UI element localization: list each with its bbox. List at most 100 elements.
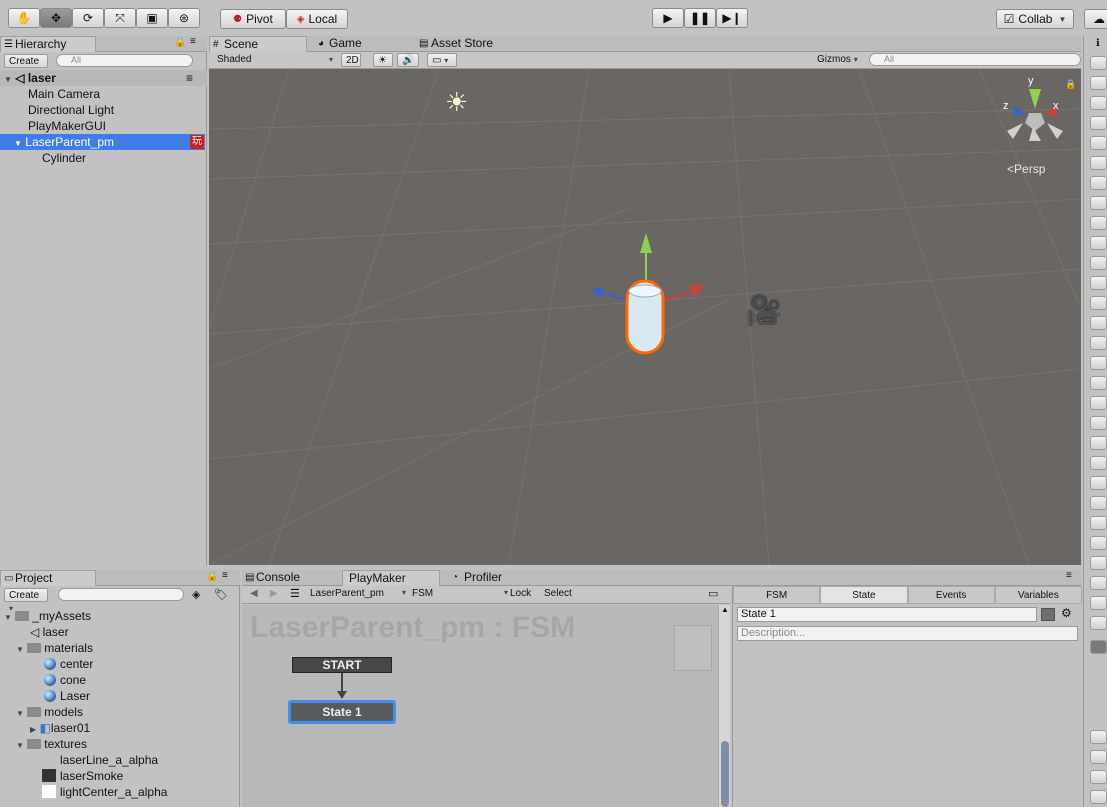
- strip-field[interactable]: [1090, 276, 1107, 290]
- fsm-dropdown[interactable]: FSM ▾: [412, 588, 508, 599]
- info-icon[interactable]: ℹ: [1096, 38, 1100, 49]
- pivot-button[interactable]: ⚈ Pivot: [220, 9, 286, 29]
- fsm-graph-canvas[interactable]: LaserParent_pm : FSM START State 1: [242, 605, 718, 807]
- tab-game[interactable]: ◕ Game: [315, 36, 415, 52]
- strip-field[interactable]: [1090, 576, 1107, 590]
- minimap[interactable]: [674, 625, 712, 671]
- rect-tool-button[interactable]: ▣: [136, 8, 168, 28]
- strip-field[interactable]: [1090, 436, 1107, 450]
- project-menu-icon[interactable]: ≡: [222, 570, 228, 581]
- project-search-input[interactable]: [58, 588, 184, 601]
- camera-icon[interactable]: 🎥: [745, 293, 782, 328]
- description-field[interactable]: Description...: [737, 626, 1078, 641]
- panel-menu-icon[interactable]: ≡: [190, 36, 196, 47]
- strip-field[interactable]: [1090, 536, 1107, 550]
- collab-button[interactable]: ☑ Collab ▼: [996, 9, 1074, 29]
- hierarchy-item-laserparent[interactable]: ▼ LaserParent_pm 玩: [0, 134, 205, 150]
- strip-field[interactable]: [1090, 356, 1107, 370]
- effects-dropdown[interactable]: ▭ ▾: [427, 53, 457, 67]
- inspector-tab-variables[interactable]: Variables: [994, 586, 1082, 604]
- cloud-button[interactable]: ☁: [1084, 9, 1107, 29]
- strip-field[interactable]: [1090, 496, 1107, 510]
- strip-field[interactable]: [1090, 76, 1107, 90]
- state-color-swatch[interactable]: [1041, 608, 1055, 621]
- strip-field[interactable]: [1090, 296, 1107, 310]
- directional-light-icon[interactable]: ☀: [445, 87, 468, 118]
- graph-scrollbar[interactable]: ▲: [718, 605, 730, 807]
- strip-field[interactable]: [1090, 750, 1107, 764]
- inspector-tab-events[interactable]: Events: [907, 586, 995, 604]
- 2d-toggle[interactable]: 2D: [341, 53, 361, 67]
- project-item-lightcenter[interactable]: lightCenter_a_alpha: [0, 784, 167, 800]
- project-folder-myassets[interactable]: ▼ _myAssets: [0, 608, 91, 624]
- move-tool-button[interactable]: ✥: [40, 8, 72, 28]
- lighting-toggle[interactable]: ☀: [373, 53, 393, 67]
- project-item-laserline[interactable]: laserLine_a_alpha: [0, 752, 158, 768]
- hierarchy-item-cylinder[interactable]: Cylinder: [0, 150, 86, 166]
- scrollbar-thumb[interactable]: [721, 741, 729, 807]
- strip-field[interactable]: [1090, 376, 1107, 390]
- strip-field[interactable]: [1090, 136, 1107, 150]
- scroll-up-icon[interactable]: ▲: [721, 605, 729, 614]
- hierarchy-item-playmakergui[interactable]: PlayMakerGUI: [0, 118, 106, 134]
- graph-view-icon[interactable]: ▭: [708, 587, 718, 600]
- strip-field[interactable]: [1090, 236, 1107, 250]
- tab-profiler[interactable]: ◔ Profiler: [450, 570, 540, 586]
- project-create-button[interactable]: Create ▾: [4, 588, 48, 613]
- strip-field[interactable]: [1090, 616, 1107, 630]
- scale-tool-button[interactable]: ⤧: [104, 8, 136, 28]
- gameobject-dropdown[interactable]: LaserParent_pm ▾: [310, 588, 406, 599]
- strip-field[interactable]: [1090, 730, 1107, 744]
- strip-field[interactable]: [1090, 316, 1107, 330]
- back-icon[interactable]: ◀: [250, 588, 258, 599]
- transform-tool-button[interactable]: ⊛: [168, 8, 200, 28]
- tab-scene[interactable]: # Scene: [209, 36, 307, 52]
- pause-button[interactable]: ❚❚: [684, 8, 716, 28]
- strip-field[interactable]: [1090, 256, 1107, 270]
- strip-field[interactable]: [1090, 396, 1107, 410]
- project-item-center[interactable]: center: [0, 656, 93, 672]
- shading-mode-dropdown[interactable]: Shaded ▾: [213, 53, 333, 67]
- tab-console[interactable]: ▤ Console: [242, 570, 334, 586]
- tab-asset-store[interactable]: ▤ Asset Store: [417, 36, 527, 52]
- strip-field[interactable]: [1090, 596, 1107, 610]
- tab-playmaker[interactable]: PlayMaker: [342, 570, 440, 586]
- strip-field[interactable]: [1090, 790, 1107, 804]
- step-button[interactable]: ▶❙: [716, 8, 748, 28]
- lock-button[interactable]: Lock: [510, 588, 531, 599]
- strip-field-selected[interactable]: [1090, 640, 1107, 654]
- scene-viewport[interactable]: ☀ 🎥 y z x 🔒 <Persp: [209, 69, 1081, 565]
- strip-field[interactable]: [1090, 516, 1107, 530]
- strip-field[interactable]: [1090, 416, 1107, 430]
- project-item-cone[interactable]: cone: [0, 672, 86, 688]
- hand-tool-button[interactable]: ✋: [8, 8, 40, 28]
- scene-search-input[interactable]: All: [869, 53, 1081, 66]
- strip-field[interactable]: [1090, 476, 1107, 490]
- state-name-field[interactable]: State 1: [737, 607, 1037, 622]
- project-item-laser01[interactable]: ▶ ◧laser01: [0, 720, 90, 736]
- hierarchy-item-directional-light[interactable]: Directional Light: [0, 102, 114, 118]
- strip-field[interactable]: [1090, 556, 1107, 570]
- hierarchy-item-main-camera[interactable]: Main Camera: [0, 86, 100, 102]
- strip-field[interactable]: [1090, 176, 1107, 190]
- bottom-menu-icon[interactable]: ≡: [1066, 570, 1072, 581]
- scene-menu-icon[interactable]: ≡: [186, 70, 193, 86]
- audio-toggle[interactable]: 🔊: [397, 53, 419, 67]
- tab-hierarchy[interactable]: ☰ Hierarchy: [0, 36, 96, 52]
- scene-root-row[interactable]: ▼ ◁ laser ≡: [0, 70, 207, 86]
- menu-list-icon[interactable]: ☰: [290, 587, 300, 600]
- tab-project[interactable]: ▭ Project: [0, 570, 96, 586]
- cylinder-object[interactable]: [589, 229, 719, 364]
- project-item-laser-material[interactable]: Laser: [0, 688, 90, 704]
- strip-field[interactable]: [1090, 196, 1107, 210]
- rotate-tool-button[interactable]: ⟳: [72, 8, 104, 28]
- forward-icon[interactable]: ▶: [270, 588, 278, 599]
- strip-field[interactable]: [1090, 216, 1107, 230]
- play-button[interactable]: ▶: [652, 8, 684, 28]
- strip-field[interactable]: [1090, 456, 1107, 470]
- perspective-label[interactable]: <Persp: [1007, 162, 1045, 176]
- state-node[interactable]: State 1: [288, 700, 396, 724]
- strip-field[interactable]: [1090, 96, 1107, 110]
- strip-field[interactable]: [1090, 156, 1107, 170]
- filter-type-icon[interactable]: ◈: [192, 588, 200, 601]
